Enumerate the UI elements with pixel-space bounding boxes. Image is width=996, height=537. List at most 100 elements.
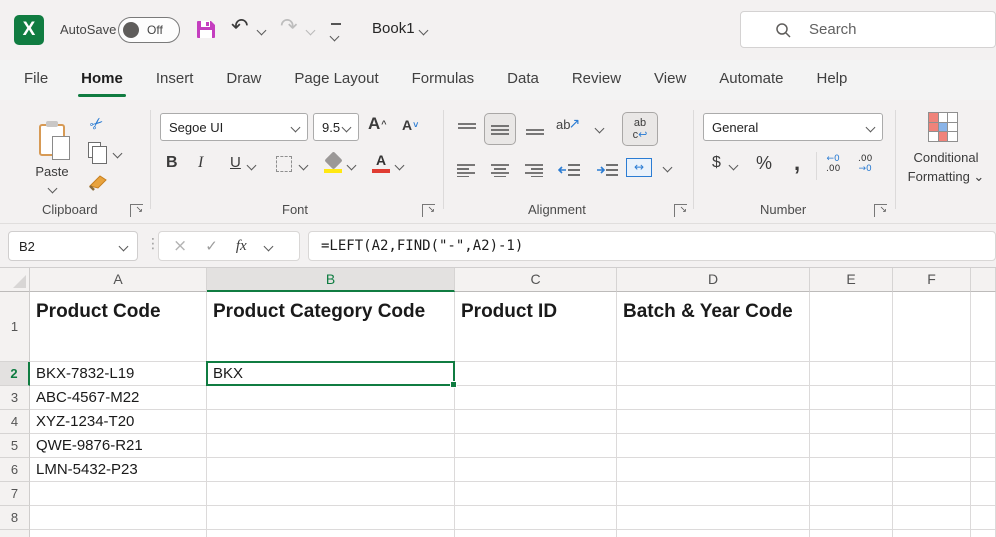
cell-7[interactable] (971, 482, 996, 506)
cell-D8[interactable] (617, 506, 810, 530)
redo-dropdown-icon[interactable] (306, 26, 316, 36)
row-header-4[interactable]: 4 (0, 410, 30, 434)
cell-6[interactable] (971, 458, 996, 482)
cell-B1[interactable]: Product Category Code (207, 292, 455, 362)
merge-dropdown-icon[interactable] (663, 163, 673, 173)
cell-A7[interactable] (30, 482, 207, 506)
font-size-select[interactable]: 9.5 (313, 113, 359, 141)
cancel-icon[interactable]: × (173, 236, 187, 256)
enter-icon[interactable]: ✓ (205, 237, 218, 255)
tab-formulas[interactable]: Formulas (412, 60, 475, 100)
autosave-toggle[interactable]: Off (118, 17, 180, 43)
shrink-font-button[interactable]: A˅ (402, 117, 418, 133)
row-header-1[interactable]: 1 (0, 292, 30, 362)
cell-E4[interactable] (810, 410, 893, 434)
cut-icon[interactable]: ✂ (85, 112, 107, 135)
cell-D4[interactable] (617, 410, 810, 434)
row-header-3[interactable]: 3 (0, 386, 30, 410)
underline-dropdown-icon[interactable] (247, 161, 257, 171)
cell-E6[interactable] (810, 458, 893, 482)
paste-dropdown-icon[interactable] (47, 184, 57, 194)
cell-D6[interactable] (617, 458, 810, 482)
formula-input[interactable]: =LEFT(A2,FIND("-",A2)-1) (308, 231, 996, 261)
decrease-decimal-button[interactable]: .00→0 (858, 154, 872, 174)
cell-5[interactable] (971, 434, 996, 458)
cell-A4[interactable]: XYZ-1234-T20 (30, 410, 207, 434)
cell-D7[interactable] (617, 482, 810, 506)
align-top-button[interactable] (452, 116, 482, 142)
cell-F1[interactable] (893, 292, 971, 362)
tab-help[interactable]: Help (817, 60, 848, 100)
format-painter-icon[interactable] (88, 174, 108, 192)
cell-A8[interactable] (30, 506, 207, 530)
borders-dropdown-icon[interactable] (299, 161, 309, 171)
cell-F5[interactable] (893, 434, 971, 458)
fx-dropdown-icon[interactable] (263, 241, 273, 251)
cell-8[interactable] (971, 506, 996, 530)
copy-icon[interactable] (88, 142, 101, 158)
cell-D3[interactable] (617, 386, 810, 410)
column-header-A[interactable]: A (30, 268, 207, 292)
column-header-partial[interactable] (971, 268, 996, 292)
align-left-button[interactable] (452, 158, 480, 182)
align-right-button[interactable] (520, 158, 548, 182)
decrease-indent-button[interactable] (554, 158, 584, 182)
column-header-F[interactable]: F (893, 268, 971, 292)
align-center-button[interactable] (486, 158, 514, 182)
cell-D9[interactable] (617, 530, 810, 537)
currency-button[interactable]: $ (712, 154, 721, 172)
cell-F7[interactable] (893, 482, 971, 506)
cell-F4[interactable] (893, 410, 971, 434)
undo-icon[interactable]: ↶ (231, 14, 249, 38)
cell-A1[interactable]: Product Code (30, 292, 207, 362)
font-color-icon[interactable]: A (372, 152, 390, 173)
cell-C5[interactable] (455, 434, 617, 458)
row-header-6[interactable]: 6 (0, 458, 30, 482)
cell-B3[interactable] (207, 386, 455, 410)
column-header-B[interactable]: B (207, 268, 455, 292)
cell-1[interactable] (971, 292, 996, 362)
cell-C6[interactable] (455, 458, 617, 482)
cell-F6[interactable] (893, 458, 971, 482)
cell-2[interactable] (971, 362, 996, 386)
wrap-text-button[interactable]: ab c↩ (622, 112, 658, 146)
font-name-select[interactable]: Segoe UI (160, 113, 308, 141)
borders-icon[interactable] (276, 156, 292, 172)
row-header-2[interactable]: 2 (0, 362, 30, 386)
number-dialog-launcher[interactable]: ↘ (874, 204, 887, 217)
align-middle-button[interactable] (484, 113, 516, 145)
tab-home[interactable]: Home (81, 60, 123, 100)
cell-A3[interactable]: ABC-4567-M22 (30, 386, 207, 410)
cell-A9[interactable] (30, 530, 207, 537)
workbook-dropdown-icon[interactable] (419, 26, 429, 36)
merge-center-icon[interactable]: ↔ (626, 158, 652, 177)
number-format-select[interactable]: General (703, 113, 883, 141)
underline-button[interactable]: U (230, 154, 241, 171)
paste-button[interactable]: Paste (24, 112, 80, 204)
fill-color-icon[interactable] (324, 154, 342, 173)
cell-E9[interactable] (810, 530, 893, 537)
redo-icon[interactable]: ↷ (280, 14, 298, 38)
cell-C4[interactable] (455, 410, 617, 434)
insert-function-icon[interactable]: fx (236, 238, 247, 255)
clipboard-dialog-launcher[interactable]: ↘ (130, 204, 143, 217)
cell-B7[interactable] (207, 482, 455, 506)
tab-automate[interactable]: Automate (719, 60, 783, 100)
cell-F2[interactable] (893, 362, 971, 386)
tab-page-layout[interactable]: Page Layout (294, 60, 378, 100)
column-header-C[interactable]: C (455, 268, 617, 292)
cell-C3[interactable] (455, 386, 617, 410)
currency-dropdown-icon[interactable] (729, 161, 739, 171)
row-header-8[interactable]: 8 (0, 506, 30, 530)
cell-E8[interactable] (810, 506, 893, 530)
cell-E2[interactable] (810, 362, 893, 386)
cell-9[interactable] (971, 530, 996, 537)
cell-A2[interactable]: BKX-7832-L19 (30, 362, 207, 386)
cell-E3[interactable] (810, 386, 893, 410)
customize-toolbar-icon[interactable] (330, 23, 342, 45)
fill-handle[interactable] (450, 381, 457, 388)
row-header-7[interactable]: 7 (0, 482, 30, 506)
cell-C9[interactable] (455, 530, 617, 537)
copy-dropdown-icon[interactable] (113, 149, 123, 159)
cell-E5[interactable] (810, 434, 893, 458)
